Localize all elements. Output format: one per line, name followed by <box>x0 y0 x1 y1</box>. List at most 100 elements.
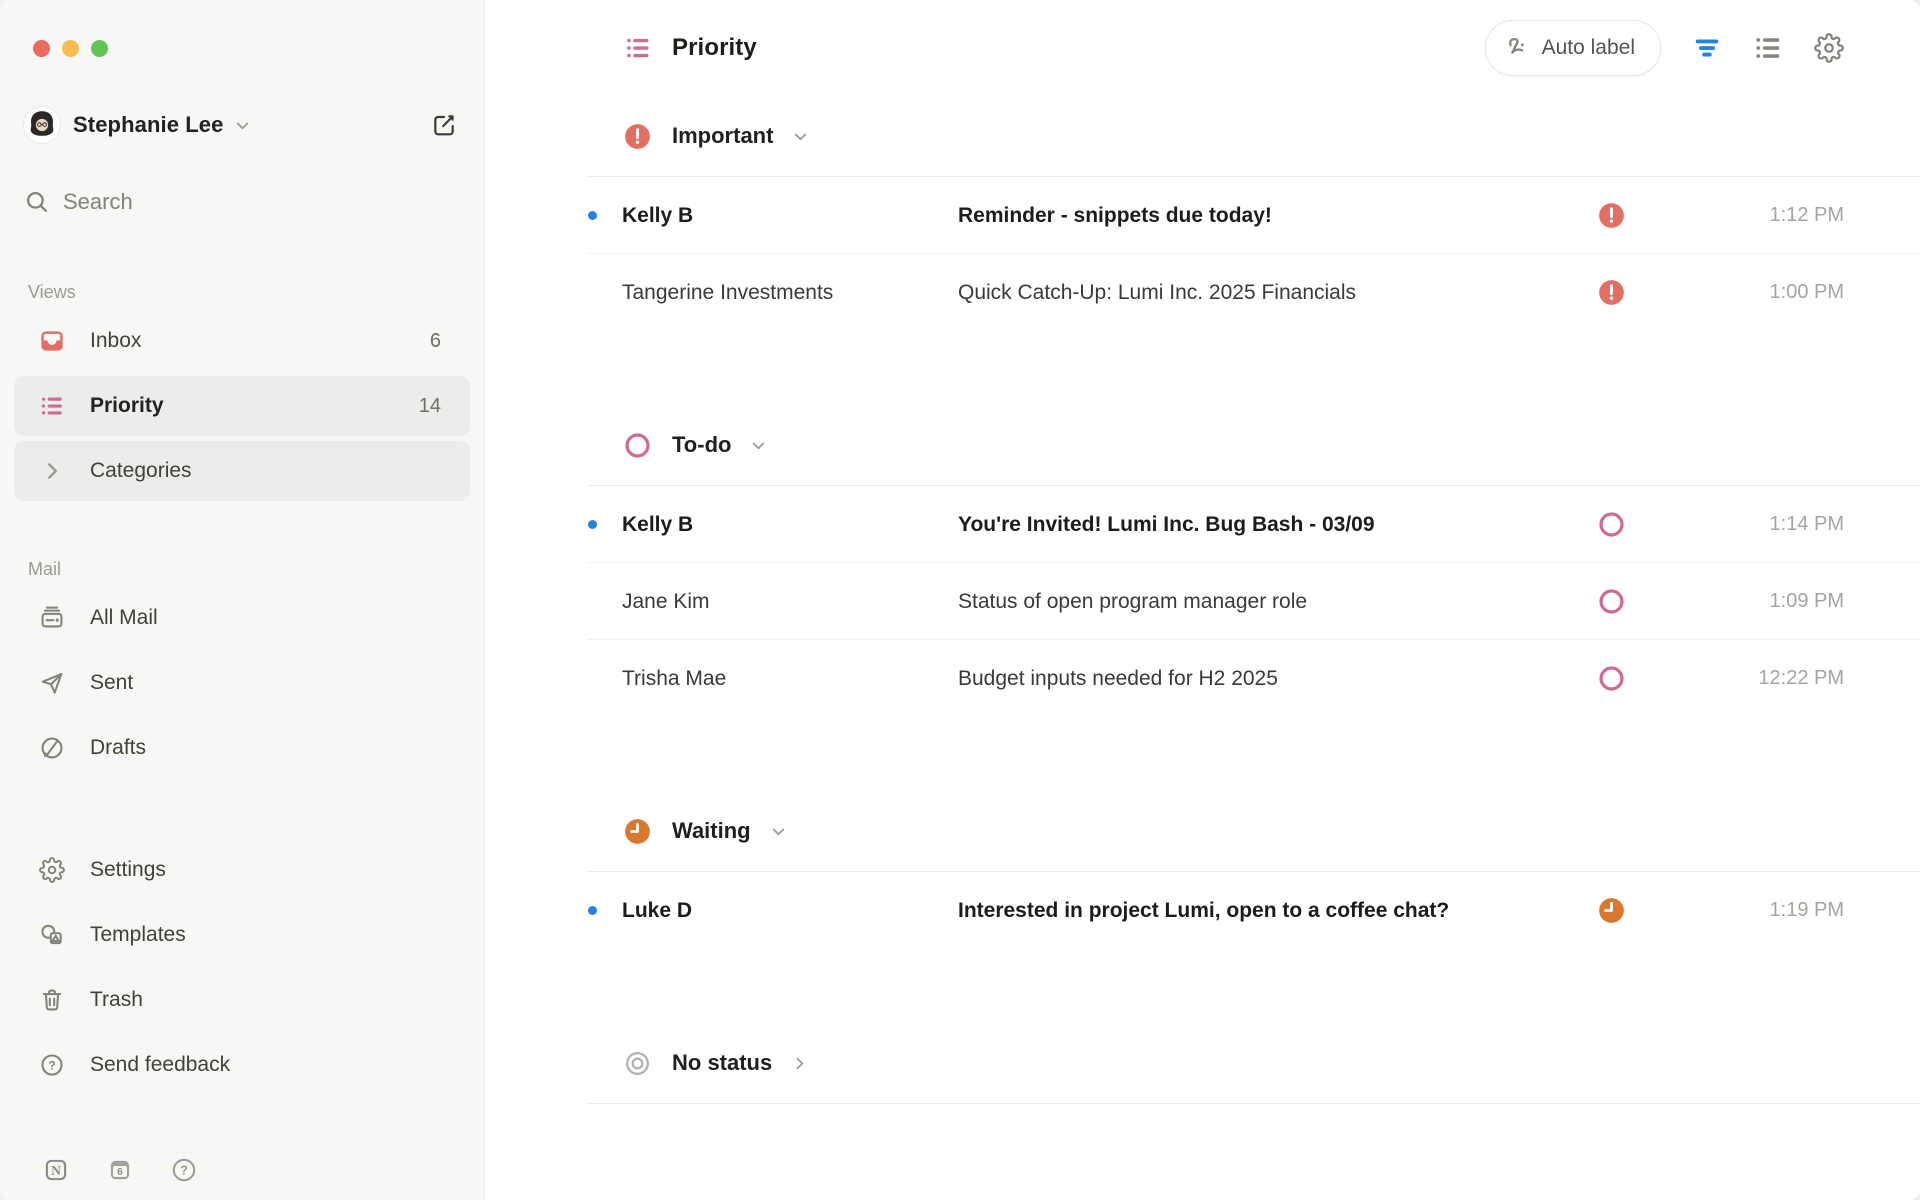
window-controls <box>14 0 470 57</box>
group-rows: Luke D Interested in project Lumi, open … <box>485 872 1920 949</box>
email-subject: Interested in project Lumi, open to a co… <box>958 899 1587 923</box>
nav-section-label: Mail <box>28 559 470 583</box>
group-header-todo[interactable]: To-do <box>485 405 1920 485</box>
main-header: Priority Auto label <box>485 0 1920 96</box>
sidebar-item-label: Settings <box>90 858 166 882</box>
email-row[interactable]: Jane Kim Status of open program manager … <box>485 563 1920 640</box>
waiting-badge[interactable] <box>1587 897 1635 924</box>
search-label: Search <box>63 189 133 215</box>
email-row[interactable]: Trisha Mae Budget inputs needed for H2 2… <box>485 640 1920 717</box>
feedback-icon: ? <box>39 1052 65 1078</box>
sidebar-footer: Settings Templates Trash ? Send feedback <box>14 840 470 1095</box>
todo-badge[interactable] <box>1587 511 1635 538</box>
sidebar-item-label: Trash <box>90 988 143 1012</box>
sidebar-item-label: Inbox <box>90 329 141 353</box>
email-time: 1:14 PM <box>1635 513 1844 536</box>
group-waiting: Waiting Luke D Interested in project Lum… <box>485 791 1920 949</box>
chevron-down-icon <box>749 436 768 455</box>
sidebar-bottom-bar: N 6 ? <box>14 1152 470 1188</box>
sidebar-item-categories[interactable]: Categories <box>14 441 470 501</box>
sidebar-item-inbox[interactable]: Inbox 6 <box>14 311 470 371</box>
sidebar-item-trash[interactable]: Trash <box>14 970 470 1030</box>
sidebar-item-label: Templates <box>90 923 186 947</box>
auto-label-button[interactable]: Auto label <box>1485 20 1661 76</box>
user-name: Stephanie Lee <box>73 112 223 138</box>
main-panel: Priority Auto label Important Kelly B Re… <box>485 0 1920 1200</box>
email-time: 1:19 PM <box>1635 899 1844 922</box>
todo-badge[interactable] <box>1587 665 1635 692</box>
sidebar-item-priority[interactable]: Priority 14 <box>14 376 470 436</box>
item-count: 14 <box>419 395 441 418</box>
sidebar-item-label: Drafts <box>90 736 146 760</box>
group-name: Important <box>672 123 773 149</box>
compose-button[interactable] <box>431 112 457 138</box>
group-name: Waiting <box>672 818 751 844</box>
group-header-important[interactable]: Important <box>485 96 1920 176</box>
sidebar-item-templates[interactable]: Templates <box>14 905 470 965</box>
group-name: No status <box>672 1050 772 1076</box>
todo-badge <box>624 432 651 459</box>
sidebar-nav: Views Inbox 6 Priority 14 Categories Mai… <box>14 224 470 778</box>
chevron-down-icon <box>791 127 810 146</box>
chevron-down-icon <box>769 822 788 841</box>
svg-text:?: ? <box>180 1164 188 1178</box>
chevron-right-icon <box>39 458 65 484</box>
header-actions: Auto label <box>1485 20 1844 76</box>
group-name: To-do <box>672 432 731 458</box>
priority-list-icon <box>624 34 652 62</box>
sidebar-item-send-feedback[interactable]: ? Send feedback <box>14 1035 470 1095</box>
email-subject: Reminder - snippets due today! <box>958 204 1587 228</box>
avatar <box>24 107 60 143</box>
email-row[interactable]: Luke D Interested in project Lumi, open … <box>485 872 1920 949</box>
email-subject: You're Invited! Lumi Inc. Bug Bash - 03/… <box>958 513 1587 537</box>
email-row[interactable]: Kelly B Reminder - snippets due today! 1… <box>485 177 1920 254</box>
email-row[interactable]: Kelly B You're Invited! Lumi Inc. Bug Ba… <box>485 486 1920 563</box>
search-icon <box>24 189 50 215</box>
sidebar-item-drafts[interactable]: Drafts <box>14 718 470 778</box>
sidebar-item-sent[interactable]: Sent <box>14 653 470 713</box>
email-sender: Kelly B <box>622 513 958 537</box>
all-mail-icon <box>39 605 65 631</box>
email-time: 1:00 PM <box>1635 281 1844 304</box>
sidebar-item-label: All Mail <box>90 606 158 630</box>
waiting-badge <box>624 818 651 845</box>
zoom-window-button[interactable] <box>91 40 108 57</box>
email-time: 1:12 PM <box>1635 204 1844 227</box>
group-important: Important Kelly B Reminder - snippets du… <box>485 96 1920 331</box>
templates-icon <box>39 922 65 948</box>
important-badge[interactable] <box>1587 279 1635 306</box>
svg-text:N: N <box>51 1163 61 1178</box>
page-title: Priority <box>672 34 757 62</box>
email-sender: Trisha Mae <box>622 667 958 691</box>
email-subject: Budget inputs needed for H2 2025 <box>958 667 1587 691</box>
important-badge <box>624 123 651 150</box>
important-badge[interactable] <box>1587 202 1635 229</box>
email-subject: Quick Catch-Up: Lumi Inc. 2025 Financial… <box>958 281 1587 305</box>
email-row[interactable]: Tangerine Investments Quick Catch-Up: Lu… <box>485 254 1920 331</box>
inbox-icon <box>39 328 65 354</box>
email-subject: Status of open program manager role <box>958 590 1587 614</box>
notion-logo-icon[interactable]: N <box>43 1157 69 1183</box>
account-switcher[interactable]: Stephanie Lee <box>24 103 464 147</box>
auto-label-icon <box>1503 34 1531 62</box>
item-count: 6 <box>430 330 441 353</box>
sidebar-item-all-mail[interactable]: All Mail <box>14 588 470 648</box>
close-window-button[interactable] <box>33 40 50 57</box>
divider <box>588 1103 1920 1104</box>
help-icon[interactable]: ? <box>171 1157 197 1183</box>
gear-icon[interactable] <box>1814 33 1844 63</box>
email-time: 1:09 PM <box>1635 590 1844 613</box>
email-sender: Kelly B <box>622 204 958 228</box>
group-header-waiting[interactable]: Waiting <box>485 791 1920 871</box>
minimize-window-button[interactable] <box>62 40 79 57</box>
filter-icon[interactable] <box>1692 33 1722 63</box>
group-header-no-status[interactable]: No status <box>485 1023 1920 1103</box>
sidebar-item-label: Sent <box>90 671 133 695</box>
search-button[interactable]: Search <box>24 180 470 224</box>
todo-badge[interactable] <box>1587 588 1635 615</box>
list-view-icon[interactable] <box>1753 33 1783 63</box>
sidebar-item-label: Priority <box>90 394 164 418</box>
group-todo: To-do Kelly B You're Invited! Lumi Inc. … <box>485 405 1920 717</box>
sidebar-item-settings[interactable]: Settings <box>14 840 470 900</box>
calendar-6-icon[interactable]: 6 <box>107 1157 133 1183</box>
